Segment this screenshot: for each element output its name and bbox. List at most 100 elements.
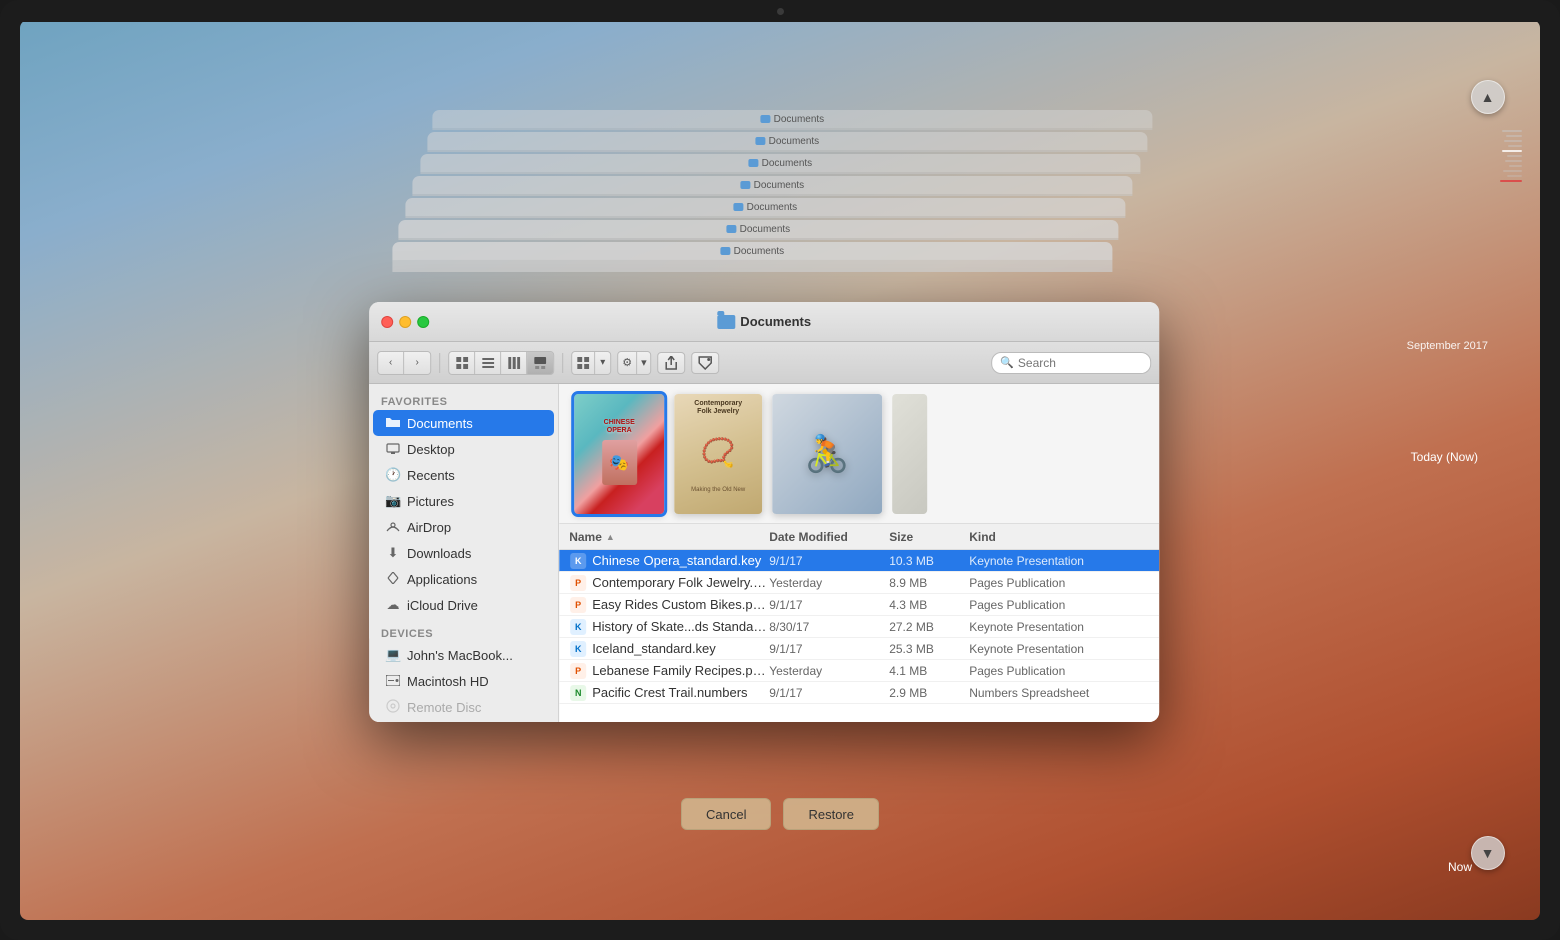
preview-thumb-opera[interactable]: CHINESEOPERA 🎭 Chinese Opera_standard.ke… [574, 394, 664, 514]
timemachine-down-button[interactable]: ▼ [1471, 836, 1505, 870]
sidebar-item-applications[interactable]: Applications [373, 566, 554, 592]
stacked-win-2: Documents [392, 242, 1112, 260]
timemachine-up-button[interactable]: ▲ [1471, 80, 1505, 114]
file-date: 8/30/17 [769, 620, 889, 634]
view-icon-button[interactable] [449, 352, 475, 374]
content-area: Favorites Documents Desktop [369, 384, 1159, 722]
restore-button[interactable]: Restore [783, 798, 879, 830]
sidebar-item-macbook[interactable]: 💻 John's MacBook... [373, 642, 554, 668]
timemachine-sidebar: ▲ ▼ [1460, 42, 1515, 920]
view-list-button[interactable] [475, 352, 501, 374]
file-kind: Pages Publication [969, 576, 1149, 590]
table-row[interactable]: P Lebanese Family Recipes.pages Yesterda… [559, 660, 1159, 682]
file-size: 2.9 MB [889, 686, 969, 700]
file-name: Chinese Opera_standard.key [592, 553, 769, 568]
sidebar-item-downloads[interactable]: ⬇ Downloads [373, 540, 554, 566]
file-size: 4.3 MB [889, 598, 969, 612]
sidebar-item-label: Macintosh HD [407, 674, 489, 689]
tag-button[interactable] [692, 352, 720, 374]
keynote-icon: K [569, 618, 587, 636]
clock-icon: 🕐 [385, 467, 401, 483]
gear-icon-part[interactable]: ⚙ [618, 352, 637, 374]
file-kind: Pages Publication [969, 598, 1149, 612]
keynote-icon: K [569, 640, 587, 658]
file-date: 9/1/17 [769, 686, 889, 700]
file-date: 9/1/17 [769, 598, 889, 612]
toolbar-sep-2 [562, 353, 563, 373]
table-row[interactable]: P Contemporary Folk Jewelry.pages Yester… [559, 572, 1159, 594]
col-header-kind[interactable]: Kind [969, 530, 1149, 544]
sidebar-item-label: Remote Disc [407, 700, 481, 715]
view-columns-button[interactable] [501, 352, 527, 374]
preview-thumb-jewelry[interactable]: ContemporaryFolk Jewelry 📿 Making the Ol… [674, 394, 762, 514]
file-list-header: Name ▲ Date Modified Size Kind [559, 524, 1159, 550]
stacked-windows: Documents Documents Documents [392, 110, 1152, 310]
folder-icon [717, 315, 735, 329]
sidebar-item-pictures[interactable]: 📷 Pictures [373, 488, 554, 514]
traffic-lights [381, 316, 429, 328]
sidebar-item-label: Pictures [407, 494, 454, 509]
forward-button[interactable]: › [404, 352, 430, 374]
file-date: Yesterday [769, 576, 889, 590]
file-kind: Keynote Presentation [969, 620, 1149, 634]
toolbar: ‹ › [369, 342, 1159, 384]
sidebar-item-recents[interactable]: 🕐 Recents [373, 462, 554, 488]
stacked-win-6: Documents [420, 154, 1140, 172]
sidebar-item-desktop[interactable]: Desktop [373, 436, 554, 462]
sidebar-item-macintosh-hd[interactable]: Macintosh HD [373, 668, 554, 694]
sidebar-item-documents[interactable]: Documents [373, 410, 554, 436]
file-rows: K Chinese Opera_standard.key 9/1/17 10.3… [559, 550, 1159, 704]
group-icon-part[interactable] [572, 352, 595, 374]
sidebar-item-label: Recents [407, 468, 455, 483]
search-icon: 🔍 [1000, 356, 1014, 369]
back-button[interactable]: ‹ [378, 352, 404, 374]
share-button[interactable] [658, 352, 686, 374]
sidebar: Favorites Documents Desktop [369, 384, 559, 722]
file-name: Lebanese Family Recipes.pages [592, 663, 769, 678]
search-box[interactable]: 🔍 [991, 352, 1151, 374]
table-row[interactable]: K Iceland_standard.key 9/1/17 25.3 MB Ke… [559, 638, 1159, 660]
close-button[interactable] [381, 316, 393, 328]
file-date: 9/1/17 [769, 642, 889, 656]
minimize-button[interactable] [399, 316, 411, 328]
view-buttons [448, 351, 554, 375]
stacked-win-2-body [392, 260, 1112, 272]
stacked-win-8: Documents [432, 110, 1152, 128]
col-header-date[interactable]: Date Modified [769, 530, 889, 544]
view-cover-button[interactable] [527, 352, 553, 374]
applications-icon [385, 572, 401, 587]
numbers-icon: N [569, 684, 587, 702]
wallpaper: Documents Documents Documents [20, 20, 1540, 920]
photo-icon: 📷 [385, 493, 401, 509]
gear-chevron-part[interactable]: ▾ [637, 352, 651, 374]
group-button: ▾ [571, 351, 611, 375]
search-input[interactable] [1018, 356, 1138, 370]
preview-thumb-extra[interactable] [892, 394, 927, 514]
col-header-name[interactable]: Name ▲ [569, 530, 769, 544]
table-row[interactable]: K History of Skate...ds Standard.key 8/3… [559, 616, 1159, 638]
preview-thumb-bikes[interactable]: 🚴 [772, 394, 882, 514]
sidebar-item-airdrop[interactable]: AirDrop [373, 514, 554, 540]
table-row[interactable]: P Easy Rides Custom Bikes.pages 9/1/17 4… [559, 594, 1159, 616]
file-size: 27.2 MB [889, 620, 969, 634]
file-kind: Keynote Presentation [969, 642, 1149, 656]
group-chevron-part[interactable]: ▾ [595, 352, 610, 374]
cloud-icon: ☁ [385, 597, 401, 613]
maximize-button[interactable] [417, 316, 429, 328]
table-row[interactable]: K Chinese Opera_standard.key 9/1/17 10.3… [559, 550, 1159, 572]
stacked-win-5-body [412, 194, 1132, 196]
sidebar-item-icloud[interactable]: ☁ iCloud Drive [373, 592, 554, 618]
col-header-size[interactable]: Size [889, 530, 969, 544]
cancel-button[interactable]: Cancel [681, 798, 771, 830]
file-size: 10.3 MB [889, 554, 969, 568]
file-date: Yesterday [769, 664, 889, 678]
sidebar-item-remote-disc[interactable]: Remote Disc [373, 694, 554, 720]
download-icon: ⬇ [385, 545, 401, 561]
pages-icon: P [569, 662, 587, 680]
nav-buttons: ‹ › [377, 351, 431, 375]
file-name: Contemporary Folk Jewelry.pages [592, 575, 769, 590]
sidebar-item-label: AirDrop [407, 520, 451, 535]
file-size: 25.3 MB [889, 642, 969, 656]
table-row[interactable]: N Pacific Crest Trail.numbers 9/1/17 2.9… [559, 682, 1159, 704]
airdrop-icon [385, 520, 401, 535]
